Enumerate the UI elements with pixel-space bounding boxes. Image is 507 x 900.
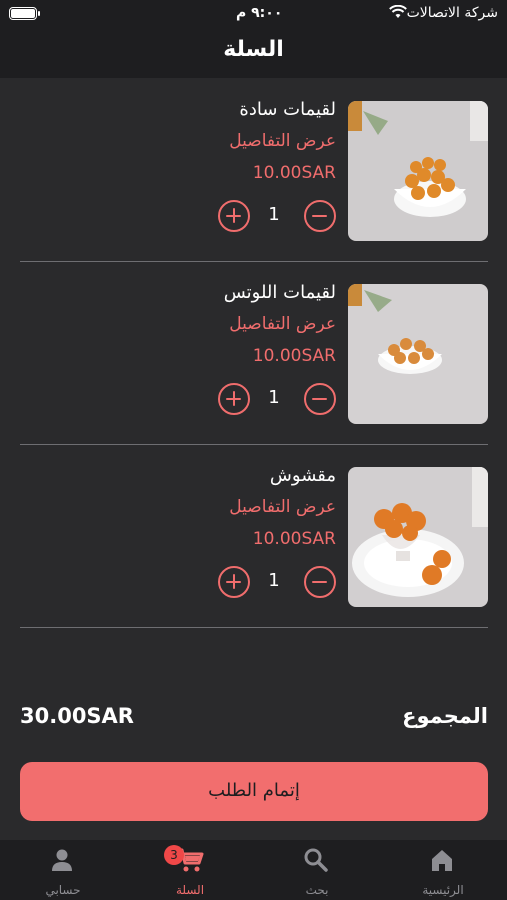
increase-quantity-button[interactable] — [218, 566, 250, 598]
cart-item: مقشوش عرض التفاصيل 10.00SAR 1 — [20, 445, 488, 628]
total-value: 30.00SAR — [20, 704, 134, 728]
item-quantity: 1 — [268, 570, 280, 591]
decrease-quantity-button[interactable] — [304, 200, 336, 232]
top-bar: ٩:٠٠ م شركة الاتصالات السلة — [0, 0, 507, 78]
home-icon — [432, 850, 452, 871]
tab-account[interactable]: حسابي — [18, 840, 108, 900]
item-name: مقشوش — [269, 465, 336, 486]
status-bar: ٩:٠٠ م شركة الاتصالات — [0, 0, 507, 28]
item-name: لقيمات اللوتس — [223, 282, 336, 303]
cart-badge: 3 — [164, 845, 184, 865]
item-price: 10.00SAR — [252, 346, 336, 366]
tab-search-label: بحث — [305, 883, 329, 897]
view-details-link[interactable]: عرض التفاصيل — [229, 497, 336, 517]
product-image[interactable] — [348, 467, 488, 607]
person-icon — [52, 849, 72, 871]
page-title: السلة — [223, 37, 284, 62]
tab-cart-label: السلة — [175, 883, 205, 897]
tab-search[interactable]: بحث — [272, 840, 362, 900]
product-image[interactable] — [348, 284, 488, 424]
tab-home-label: الرئيسية — [422, 883, 464, 897]
product-image[interactable] — [348, 101, 488, 241]
tab-cart[interactable]: 3 السلة — [145, 840, 235, 900]
decrease-quantity-button[interactable] — [304, 383, 336, 415]
carrier-name: شركة الاتصالات — [406, 5, 498, 21]
search-icon — [304, 848, 328, 872]
battery-icon — [9, 7, 40, 20]
total-label: المجموع — [402, 704, 488, 728]
tab-account-label: حسابي — [45, 883, 81, 897]
checkout-button[interactable]: إتمام الطلب — [20, 762, 488, 821]
cart-item: لقيمات سادة عرض التفاصيل 10.00SAR 1 — [20, 79, 488, 262]
cart-item: لقيمات اللوتس عرض التفاصيل 10.00SAR 1 — [20, 262, 488, 445]
item-price: 10.00SAR — [252, 529, 336, 549]
view-details-link[interactable]: عرض التفاصيل — [229, 314, 336, 334]
tab-home[interactable]: الرئيسية — [398, 840, 488, 900]
status-time: ٩:٠٠ م — [236, 5, 283, 21]
increase-quantity-button[interactable] — [218, 383, 250, 415]
wifi-icon — [389, 5, 407, 18]
decrease-quantity-button[interactable] — [304, 566, 336, 598]
item-name: لقيمات سادة — [239, 99, 336, 120]
increase-quantity-button[interactable] — [218, 200, 250, 232]
item-quantity: 1 — [268, 387, 280, 408]
item-price: 10.00SAR — [252, 163, 336, 183]
tab-bar: الرئيسية بحث 3 السلة حسابي — [0, 840, 507, 900]
order-total: المجموع 30.00SAR — [20, 704, 488, 734]
checkout-button-label: إتمام الطلب — [208, 780, 300, 801]
view-details-link[interactable]: عرض التفاصيل — [229, 131, 336, 151]
item-quantity: 1 — [268, 204, 280, 225]
